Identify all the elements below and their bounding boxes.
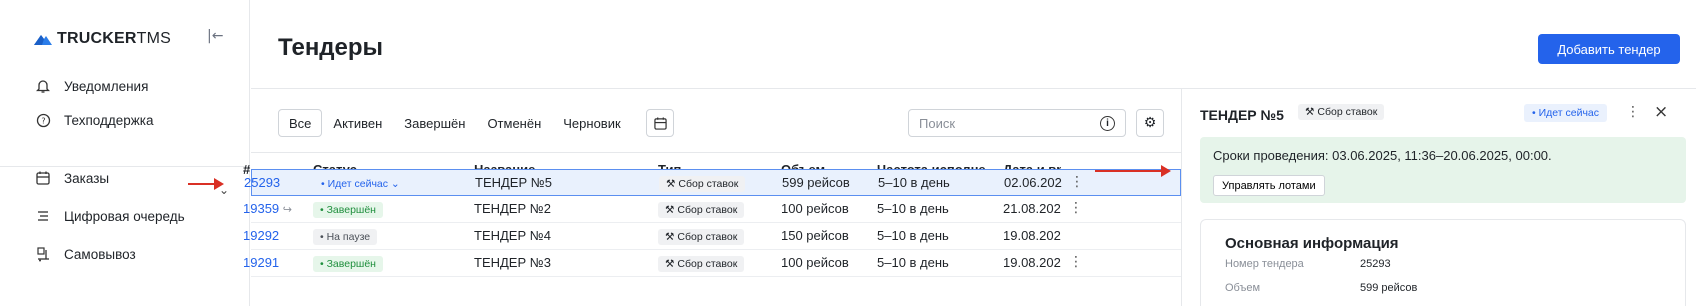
type-badge: ⚒ Сбор ставок xyxy=(1298,104,1385,120)
type-badge: ⚒ Сбор ставок xyxy=(658,201,745,218)
status-badge: • На паузе xyxy=(313,228,378,245)
logo[interactable]: TRUCKERTMS xyxy=(34,30,171,48)
sidebar: TRUCKERTMS |← Уведомления ? Техподдержка… xyxy=(0,0,250,306)
status-badge: • Завершён xyxy=(313,201,383,218)
info-value: 599 рейсов xyxy=(1360,282,1418,294)
status-filter-tabs: Все Активен Завершён Отменён Черновик xyxy=(278,109,632,137)
table-row[interactable]: 19291 • Завершён ТЕНДЕР №3 ⚒ Сбор ставок … xyxy=(243,250,1181,277)
pickup-icon xyxy=(34,245,52,263)
status-badge[interactable]: • Идет сейчас ⌄ xyxy=(314,175,407,192)
info-label: Объем xyxy=(1225,282,1261,294)
info-label: Номер тендера xyxy=(1225,258,1304,270)
annotation-arrow xyxy=(1095,165,1171,177)
type-badge: ⚒ Сбор ставок xyxy=(658,255,745,272)
tender-name: ТЕНДЕР №4 xyxy=(474,228,551,243)
date-filter-button[interactable] xyxy=(646,109,674,137)
calendar-icon xyxy=(653,116,667,130)
tender-volume: 100 рейсов xyxy=(781,255,849,270)
app-root: TRUCKERTMS |← Уведомления ? Техподдержка… xyxy=(0,0,1696,306)
table-row[interactable]: 25293 • Идет сейчас ⌄ ТЕНДЕР №5 ⚒ Сбор ст… xyxy=(244,169,1181,196)
page-title: Тендеры xyxy=(278,34,384,61)
search-input[interactable] xyxy=(908,109,1126,137)
panel-menu-icon[interactable]: ⋮ xyxy=(1626,104,1640,120)
info-row: Объем 599 рейсов xyxy=(1225,282,1417,294)
gavel-icon: ⚒ xyxy=(666,178,676,190)
type-badge: ⚒ Сбор ставок xyxy=(658,228,745,245)
table-row[interactable]: 19292 • На паузе ТЕНДЕР №4 ⚒ Сбор ставок … xyxy=(243,223,1181,250)
linked-icon: ↪ xyxy=(282,203,292,216)
sidebar-item-support[interactable]: ? Техподдержка xyxy=(34,111,153,129)
gavel-icon: ⚒ xyxy=(1305,106,1315,118)
filter-tab-active[interactable]: Активен xyxy=(322,109,393,137)
sidebar-item-label: Техподдержка xyxy=(64,112,154,128)
tender-frequency: 5–10 в день xyxy=(877,201,949,216)
row-menu-icon[interactable]: ⋮ xyxy=(1070,174,1084,190)
tender-volume: 599 рейсов xyxy=(782,175,850,190)
calendar-icon xyxy=(34,169,52,187)
sidebar-item-label: Заказы xyxy=(64,170,110,186)
tender-name: ТЕНДЕР №2 xyxy=(474,201,551,216)
type-badge: ⚒ Сбор ставок xyxy=(659,175,746,192)
sidebar-item-label: Самовывоз xyxy=(64,246,136,262)
sidebar-item-label: Уведомления xyxy=(64,78,149,94)
manage-lots-button[interactable]: Управлять лотами xyxy=(1213,175,1325,196)
schedule-text: Сроки проведения: 03.06.2025, 11:36–20.0… xyxy=(1213,148,1552,163)
filter-tab-completed[interactable]: Завершён xyxy=(393,109,476,137)
sidebar-divider xyxy=(0,166,250,167)
help-circle-icon: ? xyxy=(34,111,52,129)
row-menu-icon[interactable]: ⋮ xyxy=(1069,254,1083,270)
tender-id-link[interactable]: 19291 xyxy=(243,255,279,270)
tender-frequency: 5–10 в день xyxy=(877,255,949,270)
sidebar-item-orders[interactable]: Заказы xyxy=(34,169,109,187)
queue-icon xyxy=(34,207,52,225)
row-menu-icon[interactable]: ⋮ xyxy=(1069,200,1083,216)
sidebar-item-digital-queue[interactable]: Цифровая очередь xyxy=(34,207,185,225)
table-row[interactable]: 19359 ↪ • Завершён ТЕНДЕР №2 ⚒ Сбор ставо… xyxy=(243,196,1181,223)
tender-frequency: 5–10 в день xyxy=(877,228,949,243)
tender-name: ТЕНДЕР №3 xyxy=(474,255,551,270)
sidebar-item-notifications[interactable]: Уведомления xyxy=(34,77,148,95)
tender-name: ТЕНДЕР №5 xyxy=(475,175,552,190)
gavel-icon: ⚒ xyxy=(665,231,675,243)
tender-date: 19.08.202 xyxy=(1003,228,1061,243)
gavel-icon: ⚒ xyxy=(665,258,675,270)
annotation-arrow xyxy=(188,178,224,190)
close-icon[interactable]: × xyxy=(1654,102,1668,122)
panel-title: ТЕНДЕР №5 xyxy=(1200,107,1284,123)
sidebar-item-pickup[interactable]: Самовывоз xyxy=(34,245,136,263)
schedule-notice: Сроки проведения: 03.06.2025, 11:36–20.0… xyxy=(1200,137,1686,203)
tender-volume: 150 рейсов xyxy=(781,228,849,243)
gavel-icon: ⚒ xyxy=(665,204,675,216)
main-info-card: Основная информация Номер тендера 25293 … xyxy=(1200,219,1686,306)
tender-volume: 100 рейсов xyxy=(781,201,849,216)
bell-icon xyxy=(34,77,52,95)
tender-id-link[interactable]: 19292 xyxy=(243,228,279,243)
tender-date: 21.08.202 xyxy=(1003,201,1061,216)
tender-id-link[interactable]: 25293 xyxy=(244,175,280,190)
gear-icon: ⚙ xyxy=(1143,115,1157,131)
table-settings-button[interactable]: ⚙ xyxy=(1136,109,1164,137)
info-icon[interactable]: i xyxy=(1100,116,1115,131)
sidebar-item-label: Цифровая очередь xyxy=(64,208,185,224)
collapse-sidebar-icon[interactable]: |← xyxy=(207,28,223,44)
add-tender-button[interactable]: Добавить тендер xyxy=(1538,34,1680,64)
status-badge: • Идет сейчас xyxy=(1524,104,1607,122)
tender-id-link[interactable]: 19359 ↪ xyxy=(243,201,292,216)
filter-tab-all[interactable]: Все xyxy=(278,109,323,137)
status-badge: • Завершён xyxy=(313,255,383,272)
tender-date: 19.08.202 xyxy=(1003,255,1061,270)
info-card-title: Основная информация xyxy=(1225,235,1399,252)
svg-text:?: ? xyxy=(41,116,45,125)
tender-date: 02.06.202 xyxy=(1004,175,1062,190)
filter-tab-cancelled[interactable]: Отменён xyxy=(476,109,552,137)
logo-text: TRUCKERTMS xyxy=(57,30,171,47)
filter-tab-draft[interactable]: Черновик xyxy=(552,109,631,137)
info-value: 25293 xyxy=(1360,258,1391,270)
logo-mountain-icon xyxy=(34,35,52,45)
info-row: Номер тендера 25293 xyxy=(1225,258,1391,270)
tender-frequency: 5–10 в день xyxy=(878,175,950,190)
